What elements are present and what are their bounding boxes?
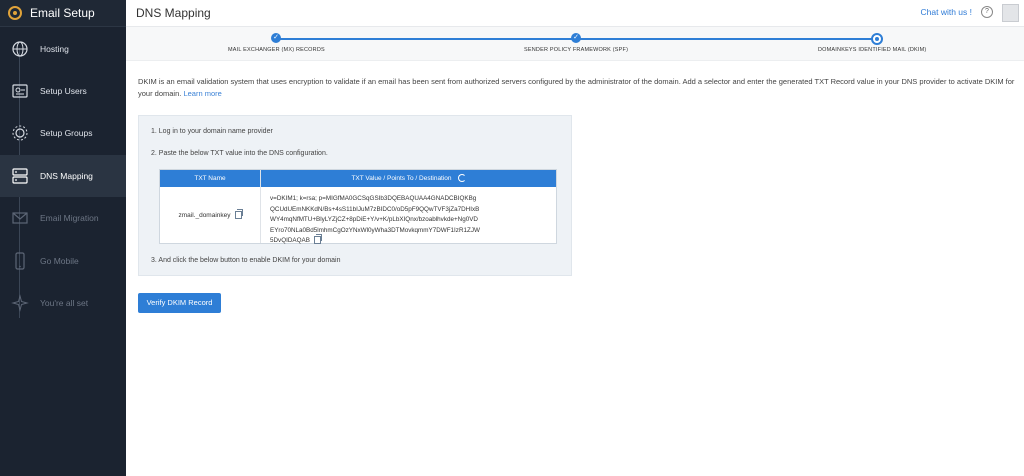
instruction-step-3: 3. And click the below button to enable … [151,257,341,264]
sidebar-item-hosting[interactable]: Hosting [0,28,126,70]
main-panel: DNS Mapping Chat with us ! ? ✓ MAIL EXCH… [126,0,1024,476]
column-header-label: TXT Value / Points To / Destination [351,175,452,182]
txt-value-cell: v=DKIM1; k=rsa; p=MIGfMA0GCSqGSIb3DQEBAQ… [270,194,480,247]
page-title: DNS Mapping [136,6,211,20]
description-text: DKIM is an email validation system that … [138,77,1015,98]
instruction-step-1: 1. Log in to your domain name provider [151,128,273,135]
sidebar-item-go-mobile[interactable]: Go Mobile [0,240,126,282]
step-label-dkim[interactable]: DOMAINKEYS IDENTIFIED MAIL (DKIM) [818,47,926,53]
globe-icon [9,38,31,60]
user-card-icon [9,80,31,102]
txt-name-cell: zmail._domainkey [160,187,260,243]
sidebar-item-setup-groups[interactable]: Setup Groups [0,112,126,154]
sidebar-item-label: Setup Groups [40,128,93,138]
verify-dkim-button[interactable]: Verify DKIM Record [138,293,221,313]
column-header-txt-name: TXT Name [160,170,260,187]
txt-value-text: v=DKIM1; k=rsa; p=MIGfMA0GCSqGSIb3DQEBAQ… [270,195,480,244]
step-done-check-icon[interactable]: ✓ [571,33,581,43]
mobile-icon [9,250,31,272]
description: DKIM is an email validation system that … [138,76,1018,100]
app-title: Email Setup [30,6,95,20]
sidebar-item-label: DNS Mapping [40,171,93,181]
sidebar-item-dns-mapping[interactable]: DNS Mapping [0,155,126,197]
sidebar-item-label: Hosting [40,44,69,54]
step-label-mx[interactable]: MAIL EXCHANGER (MX) RECORDS [228,47,325,53]
top-bar: DNS Mapping Chat with us ! ? [126,0,1024,27]
sparkle-icon [9,292,31,314]
sidebar-item-all-set[interactable]: You're all set [0,282,126,324]
learn-more-link[interactable]: Learn more [183,89,221,98]
sidebar: Email Setup Hosting Setup Users Setup Gr… [0,0,126,476]
sidebar-item-label: Go Mobile [40,256,79,266]
chat-link[interactable]: Chat with us ! [921,7,973,17]
sidebar-item-label: Setup Users [40,86,87,96]
avatar[interactable] [1002,4,1019,22]
step-current-icon[interactable] [871,33,883,45]
copy-icon[interactable] [313,234,322,245]
txt-name-value: zmail._domainkey [178,211,231,219]
help-icon[interactable]: ? [981,6,993,18]
migration-icon [9,207,31,229]
refresh-icon[interactable] [457,174,466,183]
txt-record-table: TXT Name TXT Value / Points To / Destina… [159,169,557,247]
sidebar-item-label: Email Migration [40,213,99,223]
gear-icon [9,122,31,144]
server-icon [9,165,31,187]
column-divider [260,170,261,243]
logo-icon [8,6,22,20]
sidebar-item-setup-users[interactable]: Setup Users [0,70,126,112]
column-header-txt-value: TXT Value / Points To / Destination [261,170,556,187]
brand-bar: Email Setup [0,0,126,27]
step-done-check-icon[interactable]: ✓ [271,33,281,43]
instructions-card: 1. Log in to your domain name provider 2… [138,115,572,276]
step-label-spf[interactable]: SENDER POLICY FRAMEWORK (SPF) [524,47,628,53]
instruction-step-2: 2. Paste the below TXT value into the DN… [151,150,328,157]
progress-stepper: ✓ MAIL EXCHANGER (MX) RECORDS ✓ SENDER P… [126,27,1024,61]
sidebar-item-email-migration[interactable]: Email Migration [0,197,126,239]
sidebar-item-label: You're all set [40,298,89,308]
copy-icon[interactable] [234,209,243,219]
